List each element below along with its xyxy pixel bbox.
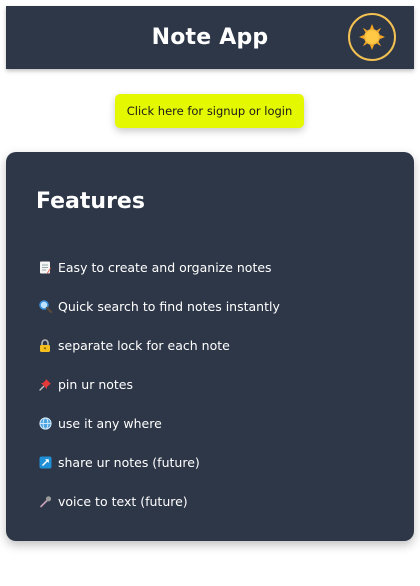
list-item: use it any where: [38, 404, 280, 443]
feature-label: share ur notes (future): [58, 455, 200, 470]
feature-label: pin ur notes: [58, 377, 134, 392]
feature-list: Easy to create and organize notes Quick …: [38, 248, 280, 521]
pushpin-icon: [38, 378, 52, 392]
feature-label: Easy to create and organize notes: [58, 260, 272, 275]
list-item: share ur notes (future): [38, 443, 280, 482]
sun-icon: [358, 23, 386, 51]
feature-label: use it any where: [58, 416, 162, 431]
memo-icon: [38, 261, 52, 275]
list-item: separate lock for each note: [38, 326, 280, 365]
signup-login-button[interactable]: Click here for signup or login: [115, 94, 304, 128]
app-title: Note App: [151, 25, 269, 50]
magnifier-icon: [38, 300, 52, 314]
globe-icon: [38, 417, 52, 431]
share-arrow-icon: [38, 456, 52, 470]
app-header: Note App: [6, 6, 414, 69]
list-item: pin ur notes: [38, 365, 280, 404]
list-item: voice to text (future): [38, 482, 280, 521]
feature-label: Quick search to find notes instantly: [58, 299, 280, 314]
list-item: Easy to create and organize notes: [38, 248, 280, 287]
lock-icon: [38, 339, 52, 353]
microphone-icon: [38, 495, 52, 509]
feature-label: separate lock for each note: [58, 338, 230, 353]
list-item: Quick search to find notes instantly: [38, 287, 280, 326]
theme-toggle-button[interactable]: [348, 13, 396, 61]
feature-label: voice to text (future): [58, 494, 188, 509]
features-card: Features Easy to create and organize not…: [6, 152, 414, 541]
features-title: Features: [36, 189, 145, 214]
